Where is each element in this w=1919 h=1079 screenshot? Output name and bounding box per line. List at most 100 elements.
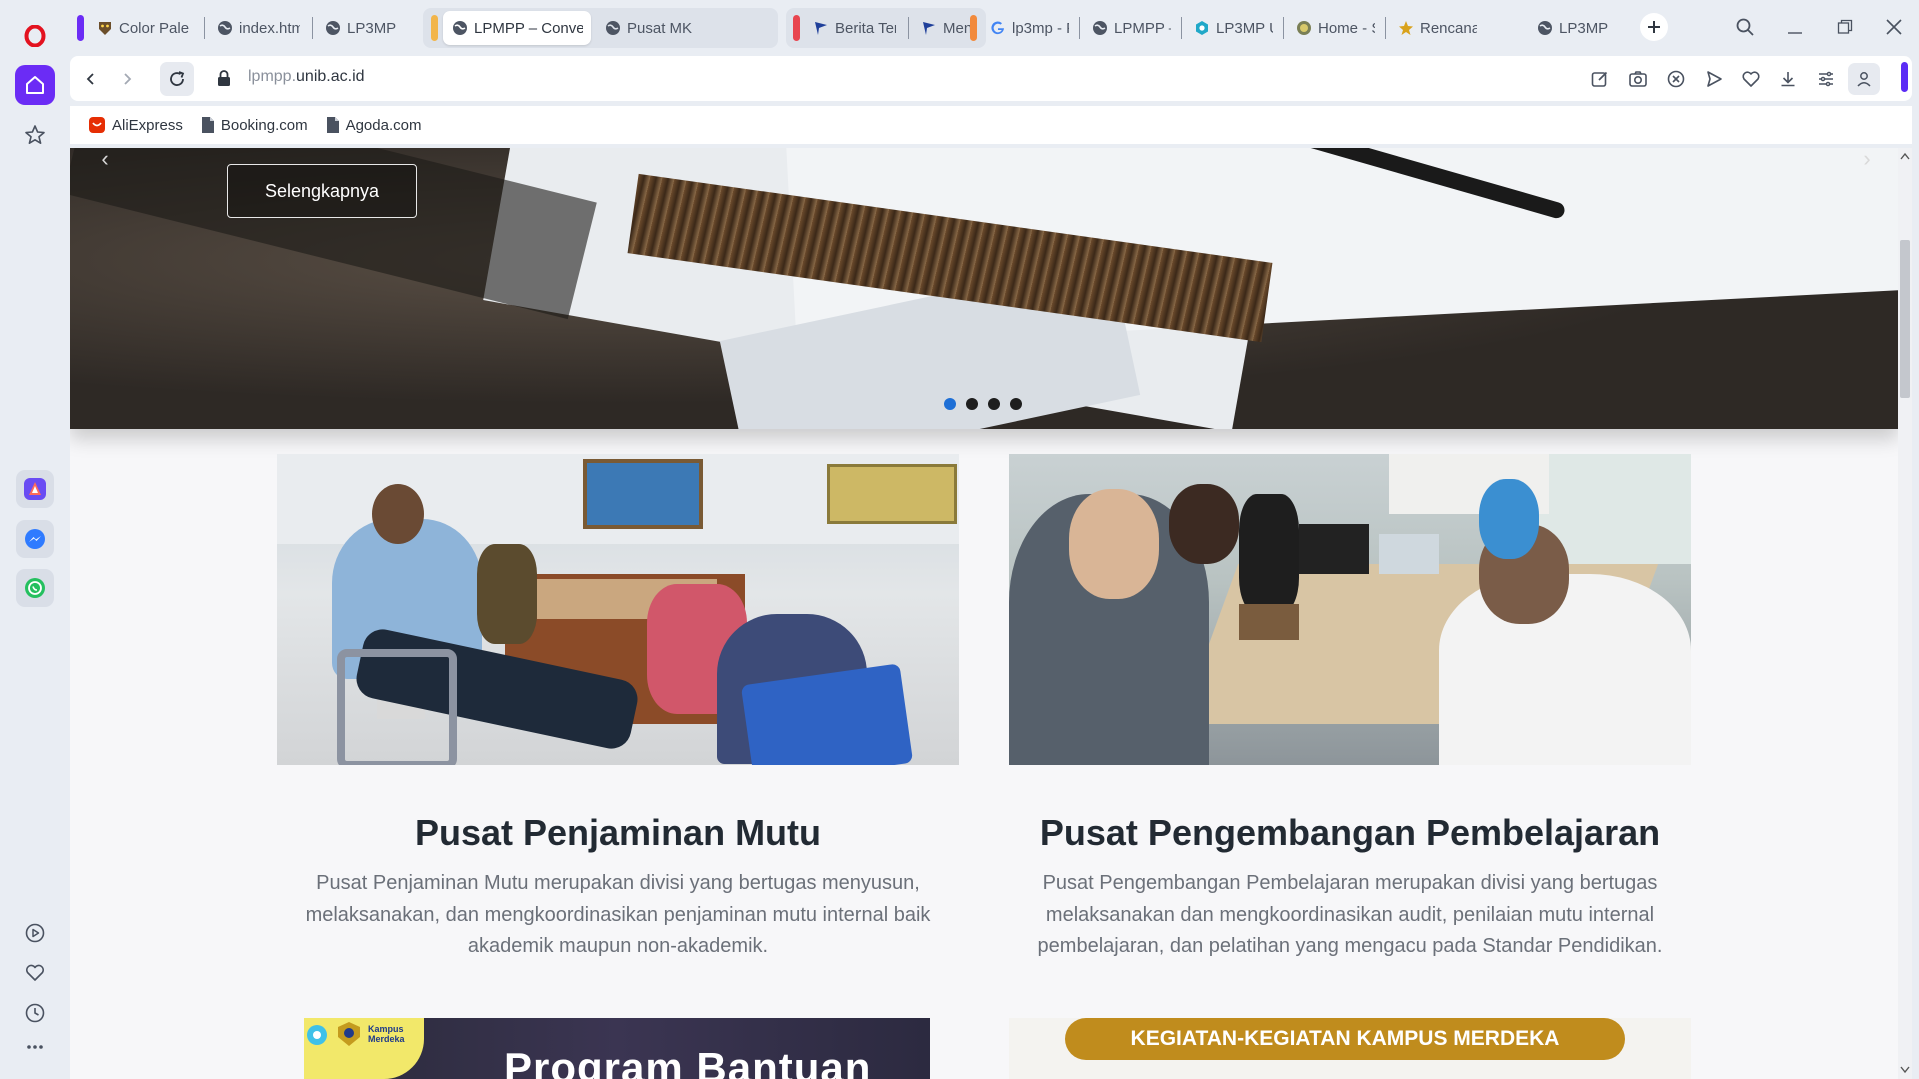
snapshot-button[interactable] (1625, 66, 1651, 92)
minimize-button[interactable] (1778, 12, 1812, 42)
banner-kegiatan-kampus-merdeka[interactable]: KEGIATAN-KEGIATAN KAMPUS MERDEKA (1009, 1018, 1691, 1079)
tab-home-s[interactable]: Home - S (1287, 11, 1383, 45)
bookmark-aliexpress[interactable]: AliExpress (88, 116, 183, 134)
page-icon (326, 116, 340, 134)
tab-lp3mp[interactable]: LP3MP (316, 11, 406, 45)
sidebar-more-button[interactable] (18, 1030, 52, 1064)
tab-lp3mp-unib[interactable]: LP3MP Ur (1185, 11, 1281, 45)
tab-strip: Color Pale index.htm LP3MP LPMPP – Conve… (66, 0, 1919, 56)
back-button[interactable] (74, 62, 108, 96)
banner-logo-area: Kampus Merdeka (304, 1018, 424, 1079)
profile-button[interactable] (1848, 63, 1880, 95)
player-button[interactable] (18, 916, 52, 950)
easy-setup-button[interactable] (1813, 66, 1839, 92)
tab-group-marker-orange[interactable] (970, 15, 977, 41)
tab-lpmpp-active[interactable]: LPMPP – Conveyi (443, 11, 591, 45)
chevron-left-icon: ‹ (101, 148, 109, 171)
tab-label: index.htm (239, 19, 300, 37)
scrollbar-thumb[interactable] (1900, 240, 1910, 398)
new-tab-button[interactable] (1640, 13, 1668, 41)
bookmark-agoda[interactable]: Agoda.com (326, 116, 422, 134)
settings-sliders-icon (1819, 71, 1833, 87)
tab-group-marker-red[interactable] (793, 15, 800, 41)
slider-dot-2[interactable] (966, 398, 978, 410)
add-to-favorites-button[interactable] (1738, 66, 1764, 92)
url-field[interactable]: lpmpp.unib.ac.id (248, 68, 365, 86)
banner-program-bantuan[interactable]: Kampus Merdeka Program Bantuan (304, 1018, 930, 1079)
tab-separator (1181, 17, 1182, 39)
lock-icon[interactable] (215, 69, 233, 87)
tab-index-html[interactable]: index.htm (208, 11, 308, 45)
bookmark-label: Agoda.com (345, 116, 422, 134)
adblock-button[interactable] (1663, 66, 1689, 92)
tab-rencana[interactable]: Rencana I (1389, 11, 1485, 45)
tab-berita-terkini[interactable]: Berita Terk (804, 11, 904, 45)
tab-label: LPMPP – ( (1114, 19, 1171, 37)
scrollbar[interactable] (1898, 148, 1912, 1079)
tab-separator (1283, 17, 1284, 39)
bookmarks-bar: AliExpress Booking.com Agoda.com (70, 106, 1912, 144)
reload-icon (170, 71, 185, 86)
page-icon (201, 116, 215, 134)
scroll-down-icon[interactable] (1900, 1066, 1910, 1074)
close-window-button[interactable] (1877, 12, 1911, 42)
slider-prev-button[interactable]: ‹ (92, 148, 118, 171)
tab-label: LP3MP (347, 19, 397, 37)
bookmark-booking[interactable]: Booking.com (201, 116, 308, 134)
shield-face-icon (96, 20, 113, 37)
tab-group-marker-yellow[interactable] (431, 15, 438, 41)
page-viewport[interactable]: ‹ › Selengkapnya Pusat Penjaminan Mutu P… (70, 148, 1912, 1079)
plus-icon (1648, 21, 1660, 33)
user-icon (1857, 72, 1871, 87)
home-button[interactable] (15, 65, 55, 105)
tab-lpmpp-2[interactable]: LPMPP – ( (1083, 11, 1179, 45)
messenger-app-button[interactable] (16, 520, 54, 558)
chevron-right-icon (124, 73, 132, 85)
aria-app-button[interactable] (16, 470, 54, 508)
minimize-icon (1788, 32, 1802, 34)
heart-icon (25, 964, 45, 981)
my-flow-favorites-button[interactable] (18, 956, 52, 990)
restore-button[interactable] (1828, 12, 1862, 42)
globe-icon (451, 20, 468, 37)
reload-button[interactable] (160, 62, 194, 96)
scroll-up-icon[interactable] (1900, 152, 1910, 160)
tab-separator (908, 17, 909, 39)
send-button[interactable] (1701, 66, 1727, 92)
whatsapp-icon (25, 578, 45, 598)
forward-button[interactable] (110, 62, 144, 96)
slider-next-button[interactable]: › (1854, 148, 1880, 171)
chevron-left-icon (86, 73, 94, 85)
messenger-icon (25, 529, 45, 549)
seal-icon (1295, 20, 1312, 37)
tab-pusat-mk[interactable]: Pusat MK (596, 11, 771, 45)
more-dots-icon (27, 1045, 43, 1049)
emblem-icon (1397, 20, 1414, 37)
card-title-pengembangan-pembelajaran: Pusat Pengembangan Pembelajaran (1039, 812, 1661, 853)
history-button[interactable] (18, 996, 52, 1030)
tab-label: LP3MP (1559, 19, 1609, 37)
tab-lp3mp-google[interactable]: lp3mp - P (981, 11, 1077, 45)
tab-label: LP3MP Ur (1216, 19, 1273, 37)
tab-group-marker-purple[interactable] (77, 15, 84, 41)
card-title-penjaminan-mutu: Pusat Penjaminan Mutu (414, 812, 822, 853)
whatsapp-app-button[interactable] (16, 569, 54, 607)
banner-logo-text: Kampus Merdeka (368, 1024, 405, 1044)
clock-icon (25, 1003, 45, 1023)
tab-search-button[interactable] (1728, 12, 1762, 42)
tab-lp3mp-2[interactable]: LP3MP (1528, 11, 1624, 45)
snapshot-edit-button[interactable] (1587, 66, 1613, 92)
speed-dial-button[interactable] (15, 115, 55, 155)
flag-icon (920, 20, 937, 37)
tab-color-palette[interactable]: Color Pale (88, 11, 200, 45)
downloads-button[interactable] (1775, 66, 1801, 92)
slider-dot-4[interactable] (1010, 398, 1022, 410)
slider-dot-3[interactable] (988, 398, 1000, 410)
slider-dot-1[interactable] (944, 398, 956, 410)
card-photo-penjaminan-mutu (277, 454, 959, 765)
edit-page-icon (1591, 71, 1608, 87)
opera-menu-button[interactable] (15, 16, 55, 56)
merdeka-belajar-logo-icon (307, 1025, 327, 1045)
card-photo-pengembangan-pembelajaran (1009, 454, 1691, 765)
hero-more-button[interactable]: Selengkapnya (227, 164, 417, 218)
